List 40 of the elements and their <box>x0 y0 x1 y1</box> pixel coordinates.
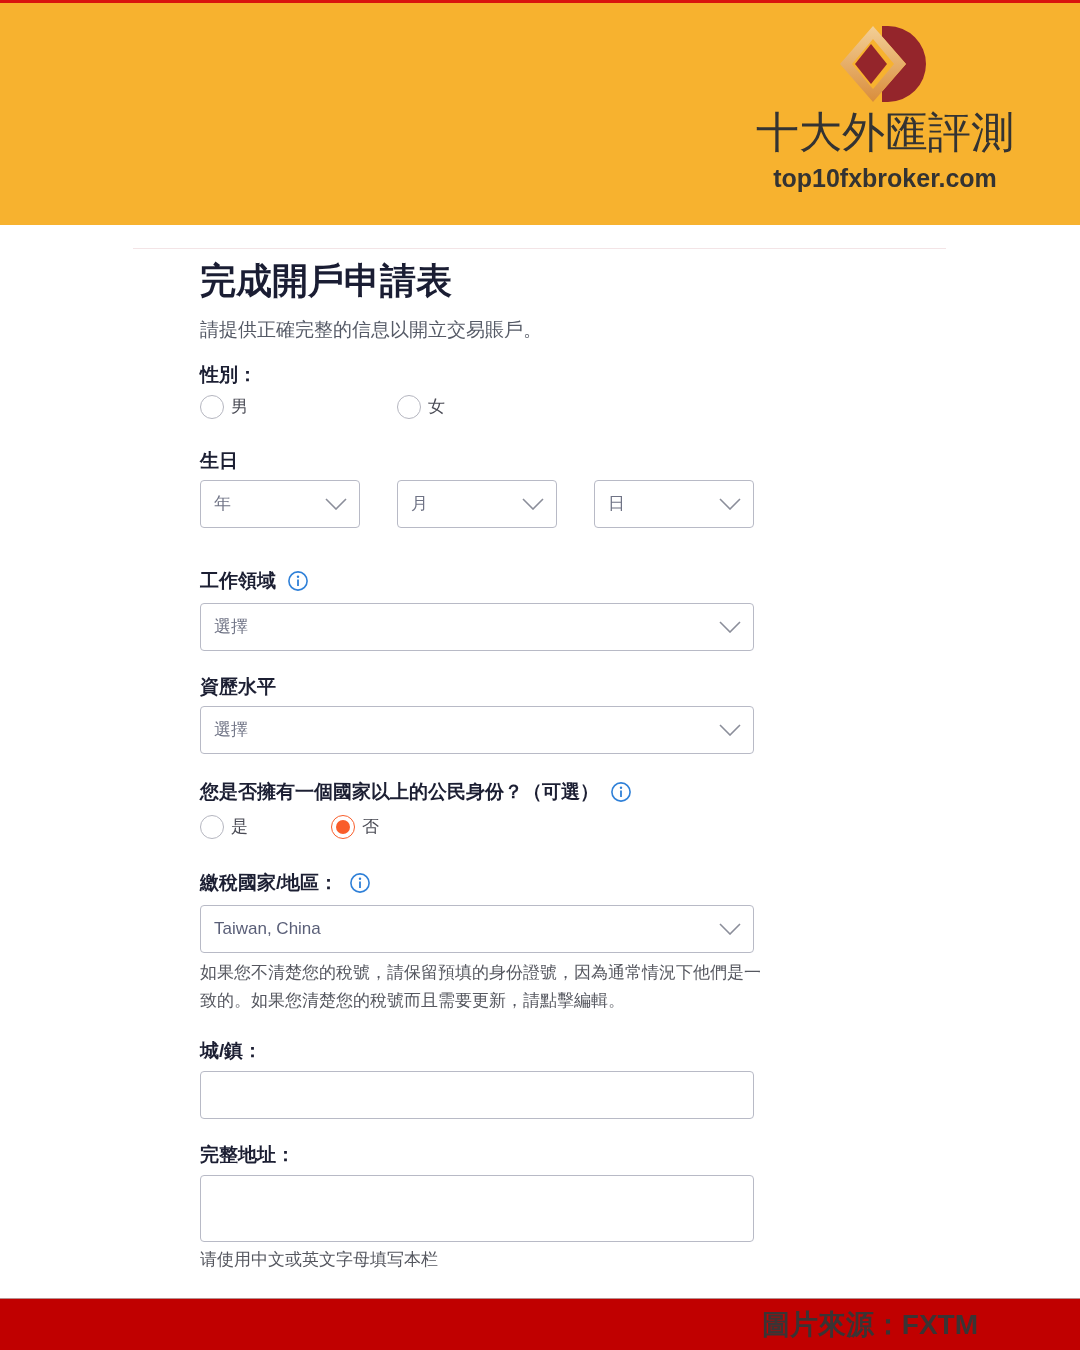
info-icon[interactable] <box>288 571 308 591</box>
radio-option[interactable]: 否 <box>331 813 379 841</box>
help-text: 如果您不清楚您的稅號，請保留預填的身份證號，因為通常情況下他們是一致的。如果您清楚您的稅號而且需要更新，請點擊編輯。 <box>200 962 762 1012</box>
domain-text: top10fxbroker.com <box>773 163 997 193</box>
field-label: 資歷水平 <box>200 675 276 699</box>
chevron-down-icon <box>719 923 741 935</box>
form-subtitle: 請提供正確完整的信息以開立交易賬戶。 <box>200 318 543 342</box>
chevron-down-icon <box>522 498 544 510</box>
field-label: 工作領域 <box>200 569 276 593</box>
radio-option[interactable]: 女 <box>397 393 445 421</box>
field-label: 繳稅國家/地區： <box>200 871 339 895</box>
radio-icon[interactable] <box>200 815 224 839</box>
field-label: 城/鎮： <box>200 1039 263 1063</box>
textarea-field[interactable] <box>200 1175 754 1242</box>
radio-icon[interactable] <box>331 815 355 839</box>
select-field[interactable]: 選擇 <box>200 603 754 651</box>
radio-icon[interactable] <box>397 395 421 419</box>
form-title: 完成開戶申請表 <box>200 259 453 303</box>
field-label: 完整地址： <box>200 1143 295 1167</box>
info-icon[interactable] <box>611 782 631 802</box>
select-field[interactable]: 月 <box>397 480 557 528</box>
source-credit: 圖片來源：FXTM <box>761 1307 978 1342</box>
input-field[interactable] <box>200 1071 754 1119</box>
field-label: 生日 <box>200 449 238 473</box>
brand-name: 十大外匯評測 <box>756 108 1014 156</box>
chevron-down-icon <box>719 498 741 510</box>
radio-icon[interactable] <box>200 395 224 419</box>
select-field[interactable]: 年 <box>200 480 360 528</box>
info-icon[interactable] <box>350 873 371 893</box>
select-field[interactable]: Taiwan, China <box>200 905 754 953</box>
select-field[interactable]: 選擇 <box>200 706 754 754</box>
radio-option[interactable]: 男 <box>200 393 248 421</box>
select-field[interactable]: 日 <box>594 480 754 528</box>
chevron-down-icon <box>325 498 347 510</box>
field-label: 性別： <box>200 363 257 387</box>
hint-text: 请使用中文或英文字母填写本栏 <box>200 1249 439 1270</box>
field-label: 您是否擁有一個國家以上的公民身份？（可選） <box>200 780 599 804</box>
chevron-down-icon <box>719 621 741 633</box>
chevron-down-icon <box>719 724 741 736</box>
radio-option[interactable]: 是 <box>200 813 248 841</box>
